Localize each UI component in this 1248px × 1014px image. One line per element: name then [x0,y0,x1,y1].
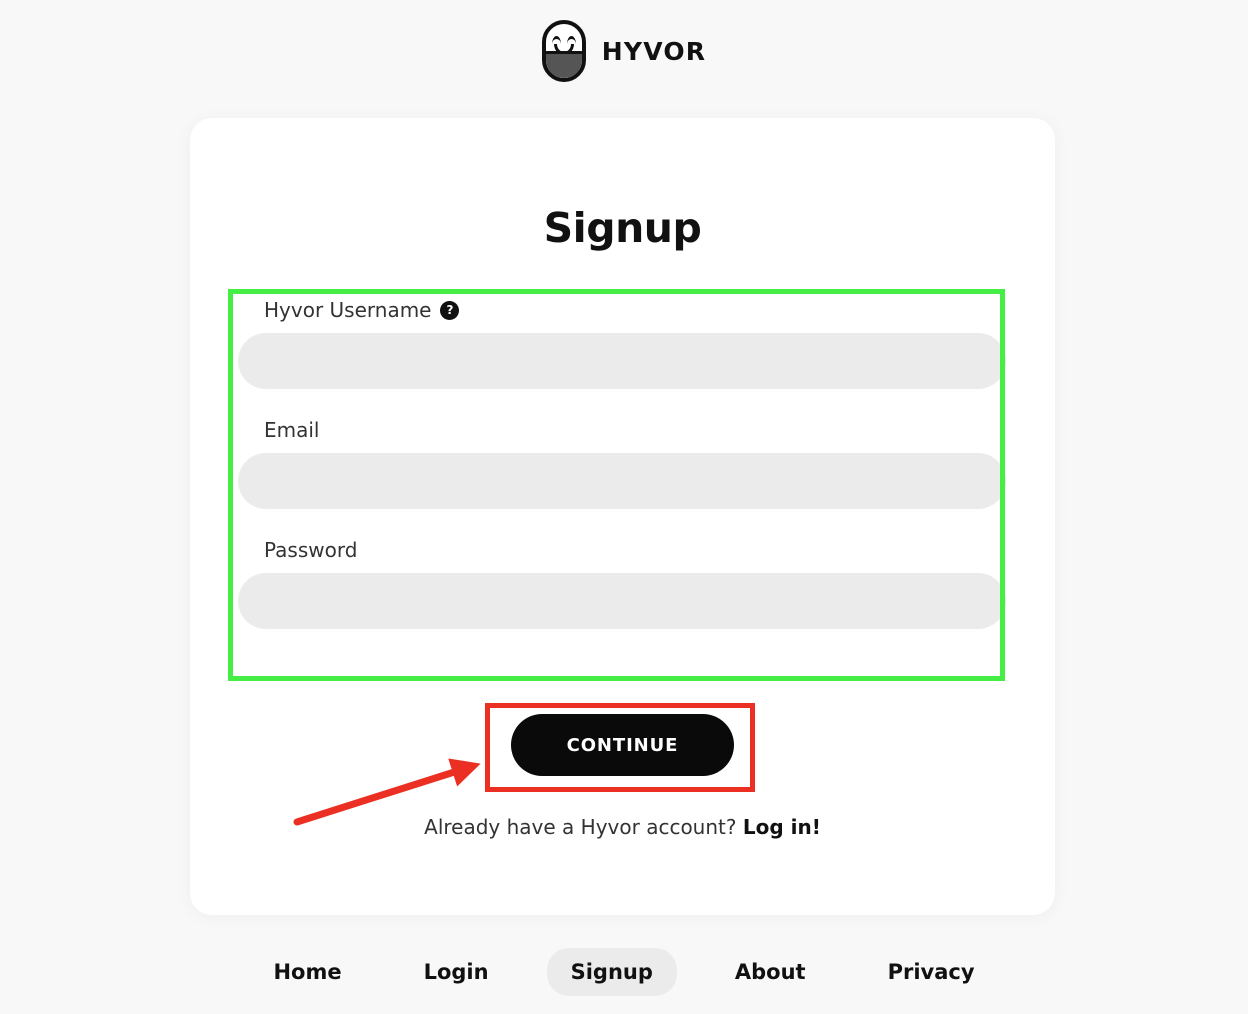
hyvor-capsule-smiley-logo-icon [541,20,586,82]
login-link[interactable]: Log in! [743,815,821,839]
footer-nav: Home Login Signup About Privacy [0,948,1248,996]
brand-name: HYVOR [601,36,707,66]
logo-eye-left-icon [551,36,561,44]
label-hyvor-username: Hyvor Username ? [264,298,1006,322]
hyvor-username-input[interactable] [238,333,1006,389]
signup-card: Signup Hyvor Username ? Email Password C… [190,118,1055,915]
brand-header: HYVOR [0,20,1248,82]
continue-button[interactable]: CONTINUE [510,714,735,776]
nav-item-login[interactable]: Login [400,948,513,996]
nav-item-signup[interactable]: Signup [546,948,677,996]
page-title: Signup [543,204,702,252]
label-email-text: Email [264,418,320,442]
nav-item-privacy[interactable]: Privacy [864,948,999,996]
login-prompt: Already have a Hyvor account? Log in! [190,815,1055,839]
field-password: Password [238,538,1006,629]
signup-form: Hyvor Username ? Email Password [238,298,1006,629]
logo-eye-right-icon [566,36,576,44]
field-hyvor-username: Hyvor Username ? [238,298,1006,389]
field-email: Email [238,418,1006,509]
login-prompt-text: Already have a Hyvor account? [424,815,737,839]
question-mark-help-icon[interactable]: ? [440,300,460,320]
logo-bottom-half [545,51,582,78]
nav-item-about[interactable]: About [711,948,830,996]
continue-button-row: CONTINUE [190,714,1055,776]
email-input[interactable] [238,453,1006,509]
password-input[interactable] [238,573,1006,629]
label-password: Password [264,538,1006,562]
nav-item-home[interactable]: Home [249,948,365,996]
label-email: Email [264,418,1006,442]
label-password-text: Password [264,538,358,562]
label-hyvor-username-text: Hyvor Username [264,298,432,322]
